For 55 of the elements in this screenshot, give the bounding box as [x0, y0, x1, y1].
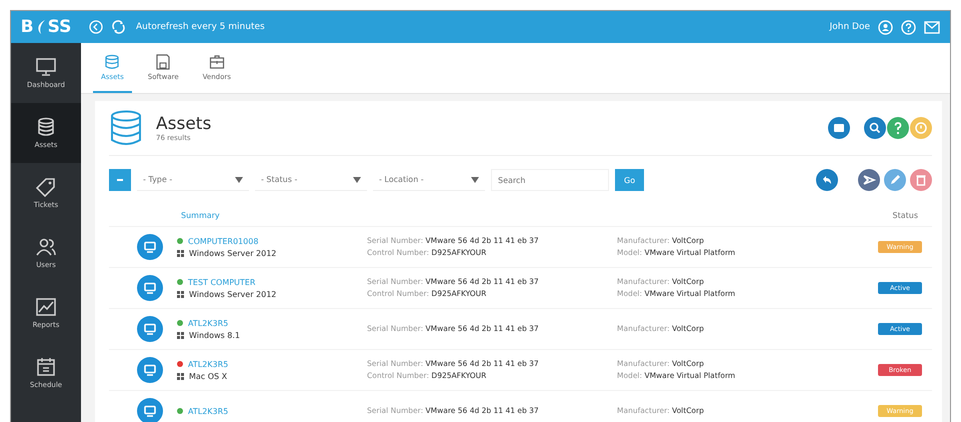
- calendar-icon: [35, 357, 57, 377]
- database-icon: [109, 110, 143, 146]
- monitor-icon: [35, 57, 57, 77]
- card-title: Assets: [156, 114, 212, 134]
- asset-name[interactable]: COMPUTER01008: [188, 236, 258, 246]
- computer-icon: [137, 275, 163, 301]
- asset-name[interactable]: ATL2K3R5: [188, 318, 228, 328]
- pencil-icon[interactable]: [884, 169, 906, 191]
- os-name: Mac OS X: [189, 372, 228, 380]
- search-field[interactable]: Search: [491, 169, 609, 191]
- search-icon[interactable]: [864, 117, 886, 139]
- asset-name[interactable]: TEST COMPUTER: [188, 278, 256, 286]
- computer-icon: [137, 234, 163, 260]
- logo[interactable]: B SS: [11, 17, 81, 37]
- os-name: Windows 8.1: [189, 330, 240, 340]
- os-name: Windows Server 2012: [189, 248, 276, 258]
- share-icon[interactable]: [858, 169, 880, 191]
- card-icon[interactable]: [828, 117, 850, 139]
- caret-icon: [353, 176, 361, 182]
- asset-name[interactable]: ATL2K3R5: [188, 406, 228, 416]
- filter-select[interactable]: - Type -: [137, 169, 249, 191]
- database-icon: [35, 117, 57, 137]
- database-icon: [104, 54, 120, 70]
- alert-icon[interactable]: [910, 117, 932, 139]
- trash-icon[interactable]: [910, 169, 932, 191]
- caret-icon: [471, 176, 479, 182]
- go-button[interactable]: Go: [615, 169, 644, 191]
- refresh-icon[interactable]: [111, 20, 126, 34]
- help-icon[interactable]: [887, 117, 909, 139]
- column-header[interactable]: Status: [892, 210, 918, 220]
- back-icon[interactable]: [89, 20, 103, 34]
- column-header[interactable]: Summary: [181, 210, 220, 220]
- logo-text: B: [20, 17, 34, 37]
- computer-icon: [137, 316, 163, 342]
- filter-select[interactable]: - Status -: [255, 169, 367, 191]
- user-name[interactable]: John Doe: [830, 22, 870, 32]
- chart-icon: [35, 297, 57, 317]
- os-icon: [177, 332, 184, 338]
- users-icon: [35, 237, 57, 257]
- asset-name[interactable]: ATL2K3R5: [188, 360, 228, 368]
- filter-select[interactable]: - Location -: [373, 169, 485, 191]
- user-icon[interactable]: [878, 20, 893, 34]
- os-icon: [177, 250, 184, 256]
- autorefresh-text: Autorefresh every 5 minutes: [136, 22, 265, 32]
- mail-icon[interactable]: [924, 20, 940, 34]
- computer-icon: [137, 357, 163, 383]
- tag-icon: [35, 177, 57, 197]
- undo-icon[interactable]: [816, 169, 838, 191]
- os-icon: [177, 372, 184, 380]
- os-icon: [177, 290, 184, 298]
- caret-icon: [235, 176, 243, 182]
- os-name: Windows Server 2012: [189, 290, 276, 298]
- logo-text: SS: [48, 17, 72, 37]
- briefcase-icon: [208, 54, 225, 70]
- help-icon[interactable]: [901, 20, 916, 34]
